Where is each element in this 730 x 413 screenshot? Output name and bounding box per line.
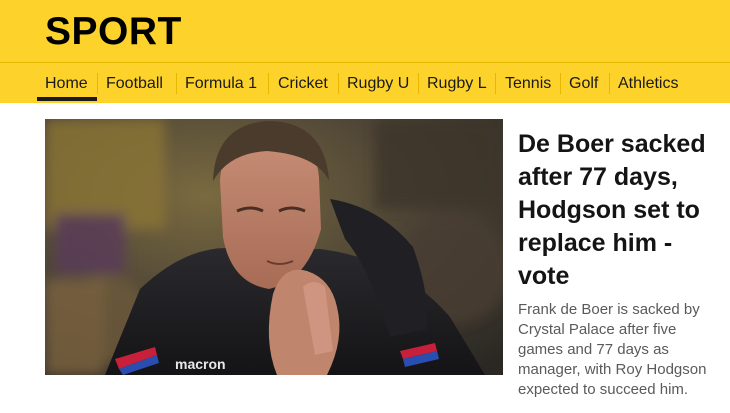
story-image[interactable]: macron (45, 119, 503, 375)
nav-divider (560, 73, 561, 94)
nav-active-indicator (37, 97, 97, 101)
nav-divider (176, 73, 177, 94)
nav-divider (418, 73, 419, 94)
nav-divider (609, 73, 610, 94)
nav-divider (97, 73, 98, 94)
nav-divider (268, 73, 269, 94)
sport-logo[interactable]: SPORT (45, 10, 182, 54)
nav-divider (338, 73, 339, 94)
story-photo: macron (45, 119, 503, 375)
nav-item-formula-1[interactable]: Formula 1 (185, 63, 257, 104)
nav-item-golf[interactable]: Golf (569, 63, 598, 104)
story-summary: Frank de Boer is sacked by Crystal Palac… (518, 301, 707, 398)
site-header: SPORT (0, 0, 730, 62)
nav-divider (495, 73, 496, 94)
nav-item-cricket[interactable]: Cricket (278, 63, 328, 104)
nav-item-athletics[interactable]: Athletics (618, 63, 678, 104)
jacket-sponsor-text: macron (175, 356, 226, 372)
nav-item-tennis[interactable]: Tennis (505, 63, 551, 104)
nav-item-rugby-league[interactable]: Rugby L (427, 63, 487, 104)
story-headline[interactable]: De Boer sacked after 77 days, Hodgson se… (518, 128, 723, 293)
nav-item-rugby-union[interactable]: Rugby U (347, 63, 409, 104)
nav-item-football[interactable]: Football (106, 63, 163, 104)
sport-nav: Home Football Formula 1 Cricket Rugby U … (0, 62, 730, 103)
